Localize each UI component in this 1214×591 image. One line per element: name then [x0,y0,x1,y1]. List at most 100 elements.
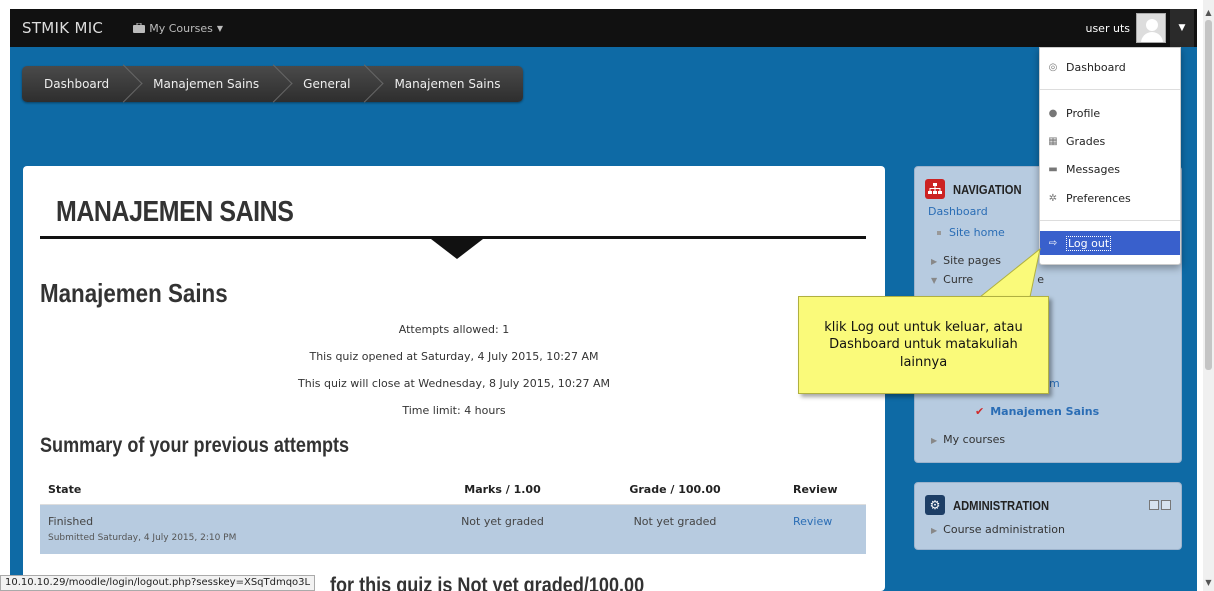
attempt-state-cell: Finished Submitted Saturday, 4 July 2015… [40,504,420,554]
nav-course-administration[interactable]: ▶ Course administration [931,523,1065,536]
logout-icon: ⇨ [1048,237,1058,249]
main-content: MANAJEMEN SAINS Manajemen Sains Attempts… [23,166,885,591]
menu-divider [1040,89,1180,90]
menu-item-label: Preferences [1066,191,1131,205]
menu-item-dashboard[interactable]: ◎ Dashboard [1040,55,1180,79]
menu-item-profile[interactable]: ● Profile [1040,101,1180,125]
callout-text: klik Log out untuk keluar, atau Dashboar… [824,319,1023,370]
nav-site-home-label: Site home [949,226,1005,239]
dock-icon[interactable] [1161,500,1171,510]
quiz-close-date: This quiz will close at Wednesday, 8 Jul… [298,377,610,390]
attempt-submitted: Submitted Saturday, 4 July 2015, 2:10 PM [48,532,237,543]
final-grade-text: for this quiz is Not yet graded/100.00 [330,574,645,591]
my-courses-label: My Courses [149,21,213,35]
nav-current-quiz[interactable]: ✔ Manajemen Sains [975,405,1099,418]
time-limit: Time limit: 4 hours [402,404,506,417]
chevron-down-icon: ▼ [1178,23,1186,33]
page-scrollbar[interactable]: ▲ ▼ [1203,0,1214,591]
caret-right-icon: ▶ [931,436,938,445]
dashboard-icon: ◎ [1048,61,1058,73]
navigation-header: NAVIGATION [925,179,1033,199]
user-menu-toggle[interactable]: ▼ [1170,9,1194,47]
chevron-down-icon: ▼ [216,23,223,33]
nav-current-course-tail: e [1037,273,1044,286]
bullet-icon [937,231,941,235]
scroll-up-icon[interactable]: ▲ [1203,8,1214,17]
header-grade: Grade / 100.00 [585,476,765,505]
attempt-review-cell: Review [765,504,866,554]
table-row: Finished Submitted Saturday, 4 July 2015… [40,504,866,554]
nav-site-home[interactable]: Site home [937,226,1005,239]
nav-my-courses[interactable]: ▶ My courses [931,433,1005,446]
breadcrumb-quiz[interactable]: Manajemen Sains [372,66,522,102]
quiz-open-date: This quiz opened at Saturday, 4 July 201… [309,350,599,363]
menu-item-label: Grades [1066,134,1106,148]
top-navbar: STMIK MIC My Courses ▼ user uts ▼ [10,9,1197,47]
gears-icon: ⚙ [925,495,945,515]
scrollbar-thumb[interactable] [1205,20,1212,370]
final-grade-heading: for this quiz is Not yet graded/100.00 [330,574,644,591]
caret-right-icon: ▶ [931,257,938,266]
username-label: user uts [1085,21,1130,35]
menu-item-messages[interactable]: ▬ Messages [1040,157,1180,181]
caret-down-icon: ▼ [931,276,938,285]
navigation-title: NAVIGATION [953,181,1022,197]
nav-site-pages-label: Site pages [943,254,1001,267]
breadcrumb-section[interactable]: General [281,66,372,102]
menu-item-grades[interactable]: ▦ Grades [1040,129,1180,153]
user-icon: ● [1048,107,1058,119]
caret-right-icon: ▶ [931,526,938,535]
status-bar-url: 10.10.10.29/moodle/login/logout.php?sess… [0,575,316,591]
nav-current-course[interactable]: ▼ Curre e [931,273,1044,286]
menu-item-logout[interactable]: ⇨ Log out [1040,231,1180,255]
breadcrumb-dashboard[interactable]: Dashboard [22,66,131,102]
breadcrumb-course[interactable]: Manajemen Sains [131,66,281,102]
nav-my-courses-label: My courses [943,433,1006,446]
window-top-strip [0,0,1214,9]
administration-header: ⚙ ADMINISTRATION [925,495,1065,515]
attempt-grade: Not yet graded [585,504,765,554]
nav-current-course-label: Curre [943,273,974,286]
quiz-check-icon: ✔ [975,405,985,418]
course-administration-label: Course administration [943,523,1065,536]
course-heading: MANAJEMEN SAINS [56,196,294,228]
minimize-icon[interactable] [1149,500,1159,510]
user-menu[interactable]: user uts ▼ [1085,9,1197,47]
menu-divider [1040,220,1180,221]
gear-icon: ✲ [1048,192,1058,204]
sitemap-icon [925,179,945,199]
scroll-down-icon[interactable]: ▼ [1203,578,1214,587]
nav-dashboard-label: Dashboard [928,205,988,218]
header-marks: Marks / 1.00 [420,476,585,505]
nav-dashboard[interactable]: Dashboard [928,205,988,218]
review-link[interactable]: Review [793,515,832,528]
header-state: State [40,476,420,505]
user-dropdown-menu: ◎ Dashboard ● Profile ▦ Grades ▬ Messages ✲ P… [1039,47,1181,265]
menu-item-label: Messages [1066,162,1120,176]
nav-hidden-item[interactable]: m [1049,377,1060,390]
menu-item-label: Log out [1066,235,1112,251]
table-header-row: State Marks / 1.00 Grade / 100.00 Review [40,476,866,505]
menu-item-preferences[interactable]: ✲ Preferences [1040,186,1180,210]
block-controls [1149,500,1171,510]
messages-icon: ▬ [1048,163,1058,175]
administration-block: ⚙ ADMINISTRATION ▶ Course administration [914,482,1182,550]
my-courses-menu[interactable]: My Courses ▼ [133,22,223,35]
avatar[interactable] [1136,13,1166,43]
grades-icon: ▦ [1048,135,1058,147]
attempts-table: State Marks / 1.00 Grade / 100.00 Review… [40,476,866,554]
breadcrumb: Dashboard Manajemen Sains General Manaje… [22,66,523,102]
menu-item-label: Dashboard [1066,60,1126,74]
heading-divider-arrow [431,239,483,259]
administration-title: ADMINISTRATION [953,497,1050,513]
instruction-callout: klik Log out untuk keluar, atau Dashboar… [798,296,1049,394]
briefcase-icon [133,23,146,33]
attempts-allowed: Attempts allowed: 1 [398,323,510,336]
nav-hidden-item-tail: m [1049,377,1060,390]
attempt-state: Finished [48,514,94,528]
header-review: Review [765,476,866,505]
nav-site-pages[interactable]: ▶ Site pages [931,254,1001,267]
site-brand[interactable]: STMIK MIC [22,19,103,37]
nav-current-quiz-label: Manajemen Sains [990,405,1100,418]
summary-heading: Summary of your previous attempts [40,434,350,457]
